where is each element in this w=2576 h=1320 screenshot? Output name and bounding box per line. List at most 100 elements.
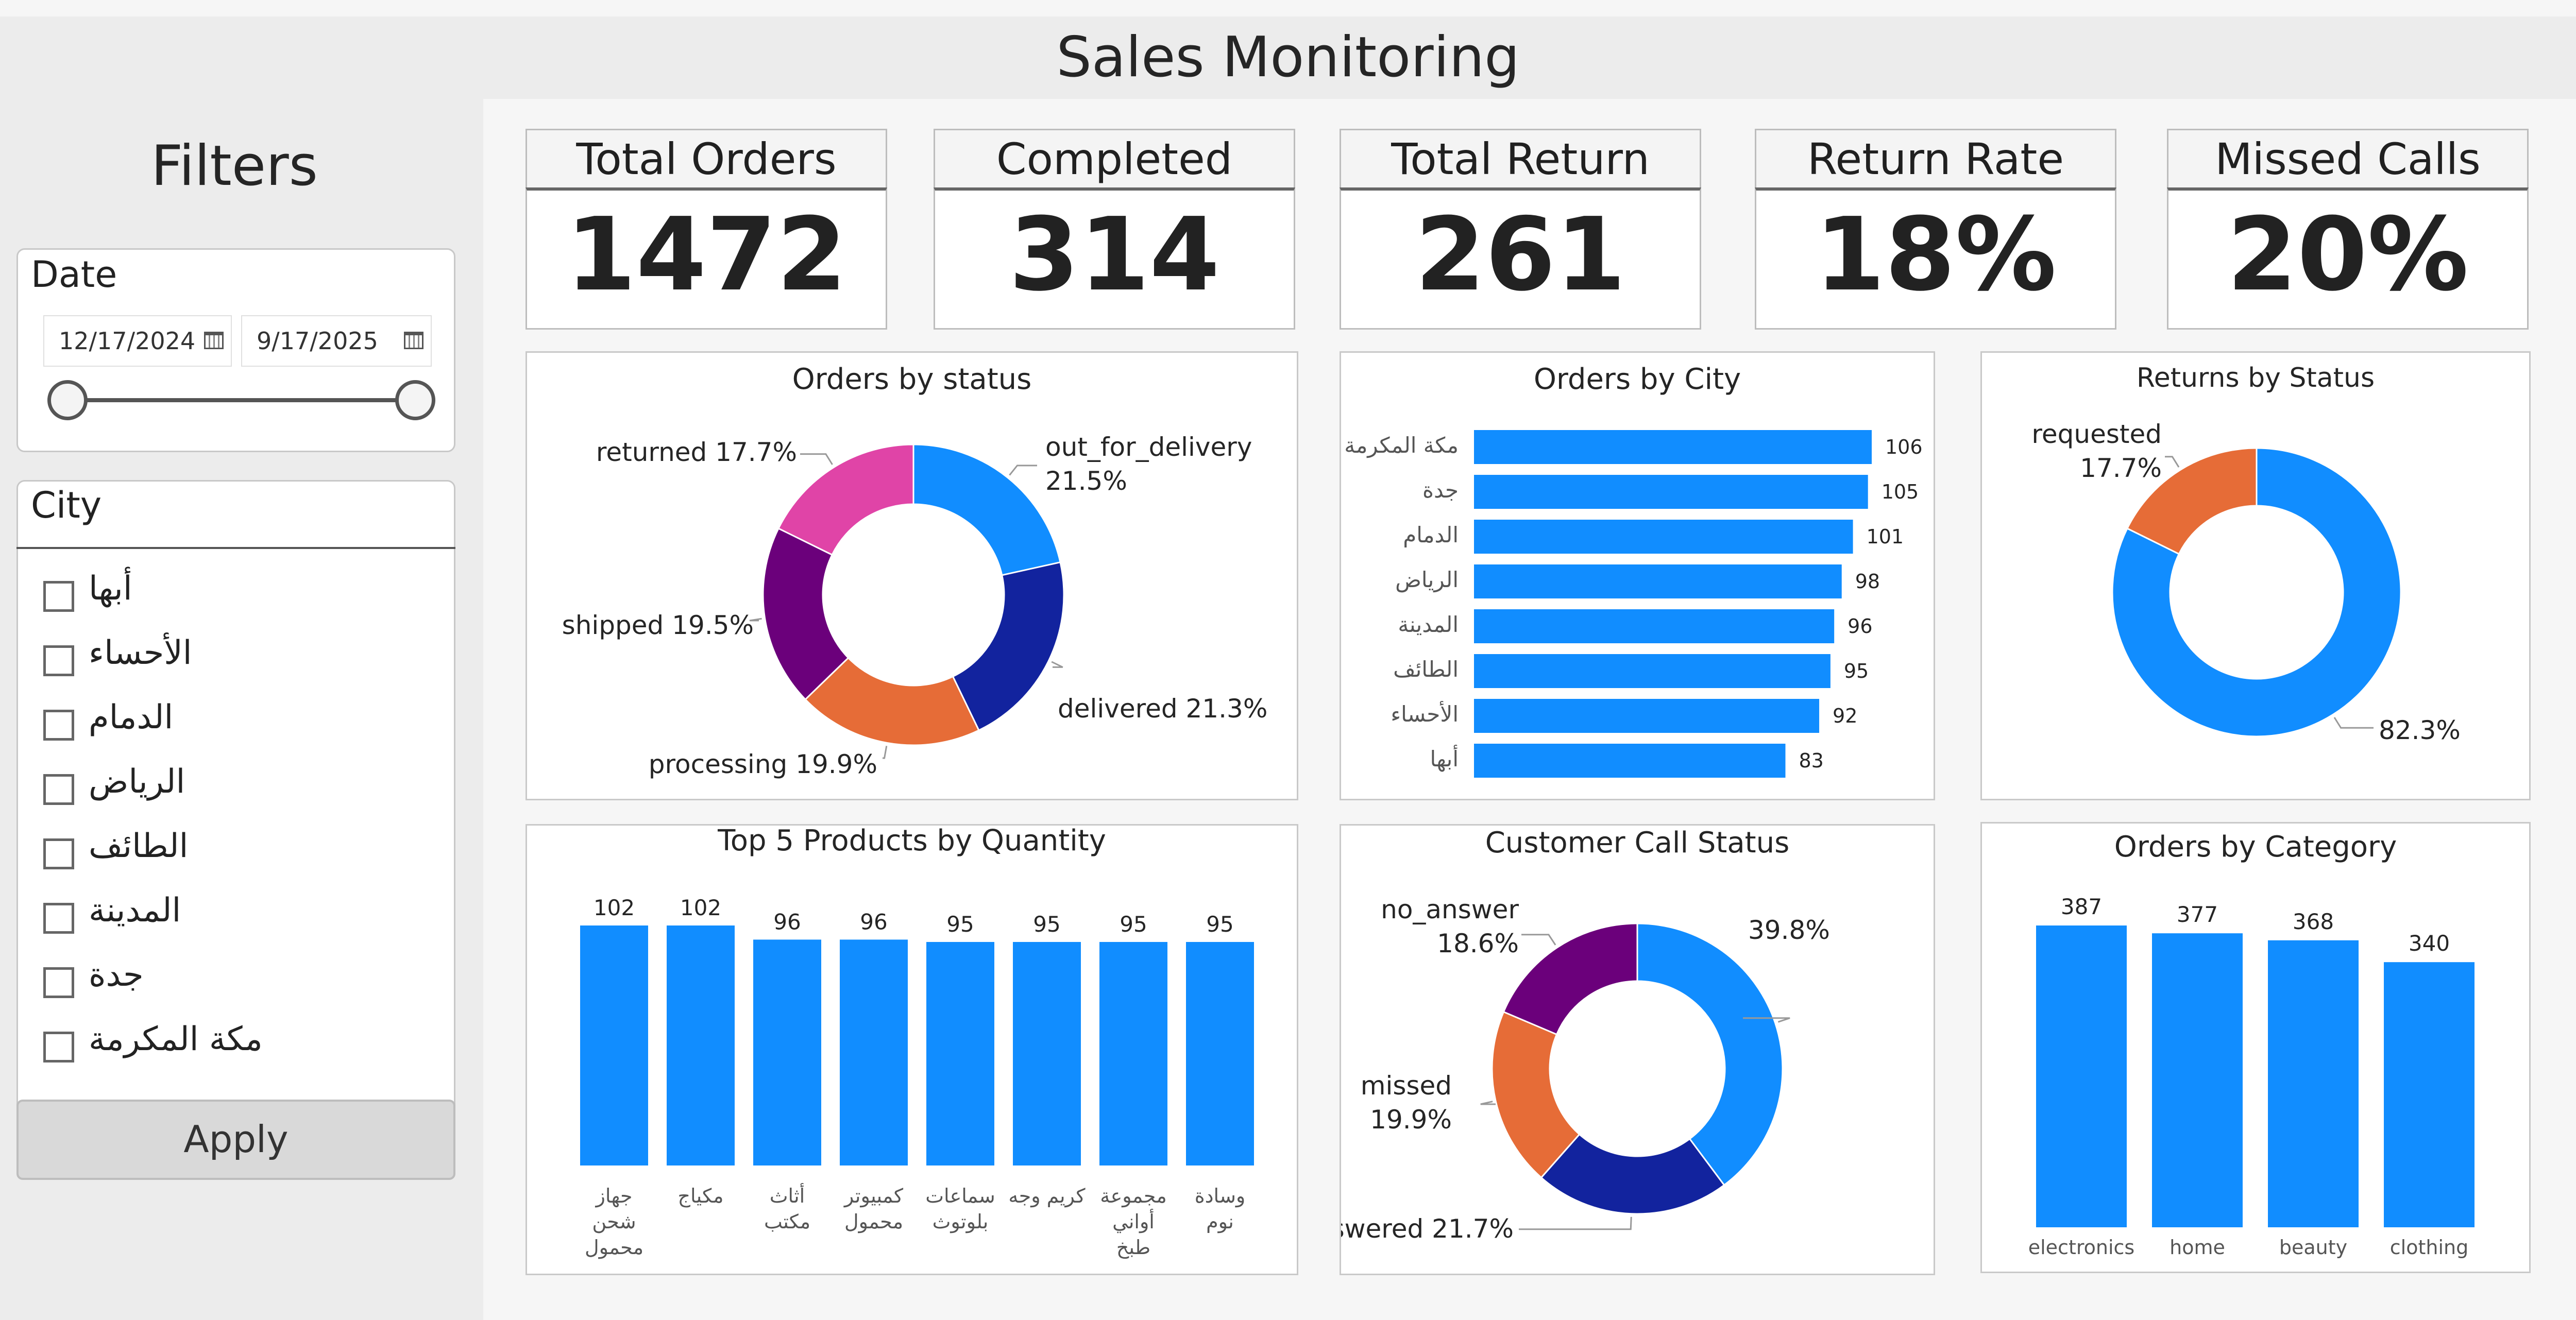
bar-data-label: 96 bbox=[860, 909, 887, 934]
end-date-value: 9/17/2025 bbox=[257, 327, 378, 355]
start-date-value: 12/17/2024 bbox=[59, 327, 196, 355]
slice-label: 19.9% bbox=[1370, 1105, 1452, 1135]
city-option-label[interactable]: مكة المكرمة bbox=[89, 1020, 263, 1058]
slice-label: missed bbox=[1361, 1071, 1452, 1101]
category-bar[interactable] bbox=[2036, 925, 2127, 1227]
customer-call-status-chart[interactable]: Customer Call Status 39.8% answered 21.7% m… bbox=[1299, 826, 1934, 1274]
city-bar[interactable] bbox=[1474, 564, 1842, 598]
city-option-label[interactable]: المدينة bbox=[89, 892, 181, 930]
leader-line bbox=[1480, 1101, 1496, 1105]
city-bar[interactable] bbox=[1474, 520, 1853, 554]
orders-by-status-chart[interactable]: Orders by status out_for_delivery 21.5% del… bbox=[527, 353, 1297, 799]
chart-title: Orders by status bbox=[792, 363, 1032, 396]
city-bar[interactable] bbox=[1474, 654, 1831, 688]
bar-data-label: 83 bbox=[1799, 749, 1823, 772]
city-option-label[interactable]: الدمام bbox=[89, 698, 173, 736]
city-checkbox[interactable] bbox=[43, 1032, 74, 1062]
bar-data-label: 95 bbox=[1206, 912, 1233, 937]
product-axis-label: كمبيوتر bbox=[843, 1185, 904, 1208]
apply-button[interactable]: Apply bbox=[16, 1100, 455, 1180]
top-products-panel: Top 5 Products by Quantity 102 جهاز شحن محمو… bbox=[526, 824, 1298, 1275]
slice-label: processing 19.9% bbox=[649, 749, 877, 779]
city-option-label[interactable]: الطائف bbox=[89, 827, 188, 865]
product-bar[interactable] bbox=[840, 939, 908, 1165]
product-bar[interactable] bbox=[1099, 941, 1167, 1165]
city-option-label[interactable]: أبها bbox=[89, 570, 132, 608]
start-date-input[interactable]: 12/17/2024 bbox=[43, 315, 232, 367]
product-axis-label: سماعات bbox=[925, 1185, 995, 1207]
city-checkbox[interactable] bbox=[43, 645, 74, 676]
city-checkbox[interactable] bbox=[43, 710, 74, 741]
returns-by-status-chart[interactable]: Returns by Status 82.3% requested 17.7% bbox=[1982, 353, 2529, 799]
chart-title: Customer Call Status bbox=[1485, 826, 1790, 860]
donut-slice[interactable] bbox=[777, 443, 914, 556]
city-axis-label: الرياض bbox=[1395, 567, 1459, 592]
product-axis-label: أواني bbox=[1112, 1209, 1155, 1233]
city-checkbox[interactable] bbox=[43, 838, 74, 869]
city-option-label[interactable]: الرياض bbox=[89, 763, 185, 801]
city-bar[interactable] bbox=[1474, 475, 1868, 509]
leader-line bbox=[1009, 465, 1037, 476]
kpi-label: Missed Calls bbox=[2167, 129, 2529, 190]
orders-by-category-chart[interactable]: Orders by Category 387 electronics 377 home 3… bbox=[1982, 824, 2529, 1272]
city-checkbox[interactable] bbox=[43, 774, 74, 805]
date-slider-end-handle[interactable] bbox=[395, 380, 435, 420]
orders-by-category-panel: Orders by Category 387 electronics 377 home 3… bbox=[1980, 822, 2531, 1273]
city-checkbox[interactable] bbox=[43, 903, 74, 934]
product-bar[interactable] bbox=[926, 941, 994, 1165]
city-bar[interactable] bbox=[1474, 609, 1835, 643]
end-date-input[interactable]: 9/17/2025 bbox=[241, 315, 432, 367]
slice-label: 82.3% bbox=[2379, 715, 2461, 745]
donut-slice[interactable] bbox=[912, 443, 1061, 576]
donut-slice[interactable] bbox=[952, 561, 1065, 731]
bar-data-label: 102 bbox=[594, 895, 635, 920]
city-option-label[interactable]: جدة bbox=[89, 956, 144, 994]
product-bar[interactable] bbox=[580, 925, 648, 1165]
category-bar[interactable] bbox=[2152, 933, 2243, 1227]
category-bar[interactable] bbox=[2268, 940, 2359, 1227]
category-bar[interactable] bbox=[2384, 962, 2475, 1227]
calendar-icon[interactable] bbox=[404, 332, 423, 349]
leader-line bbox=[1521, 934, 1556, 946]
date-slider-start-handle[interactable] bbox=[47, 380, 88, 420]
city-bar[interactable] bbox=[1474, 744, 1786, 778]
kpi-label: Total Return bbox=[1340, 129, 1701, 190]
product-bar[interactable] bbox=[1186, 941, 1254, 1165]
orders-by-city-chart[interactable]: Orders by City مكة المكرمة 106 جدة 105 الدمام… bbox=[1341, 353, 1934, 799]
donut-slice[interactable] bbox=[1502, 922, 1638, 1036]
product-bar[interactable] bbox=[753, 939, 821, 1165]
bar-data-label: 98 bbox=[1855, 570, 1880, 593]
city-bar[interactable] bbox=[1474, 430, 1872, 464]
bar-data-label: 102 bbox=[680, 895, 721, 920]
date-range-slider-track[interactable] bbox=[67, 398, 415, 402]
slice-label: out_for_delivery bbox=[1045, 432, 1252, 462]
product-bar[interactable] bbox=[667, 925, 735, 1165]
filters-heading: Filters bbox=[151, 134, 318, 198]
leader-line bbox=[1051, 661, 1063, 668]
calendar-icon[interactable] bbox=[204, 332, 224, 349]
kpi-value: 261 bbox=[1340, 187, 1701, 330]
top-products-chart[interactable]: Top 5 Products by Quantity 102 جهازشحن محمو… bbox=[527, 824, 1297, 1274]
donut-slice[interactable] bbox=[1636, 922, 1784, 1187]
product-axis-label: محمول bbox=[585, 1236, 643, 1259]
city-filter-card bbox=[16, 480, 455, 1110]
slice-label: 39.8% bbox=[1748, 915, 1830, 945]
chart-title: Orders by Category bbox=[2114, 830, 2397, 864]
city-axis-label: مكة المكرمة bbox=[1344, 433, 1459, 458]
city-axis-label: المدينة bbox=[1398, 612, 1459, 637]
product-axis-label: بلوتوث bbox=[933, 1210, 989, 1233]
kpi-value: 1472 bbox=[526, 187, 887, 330]
bar-data-label: 96 bbox=[1848, 615, 1872, 638]
slice-label: 21.5% bbox=[1045, 466, 1127, 496]
city-option-label[interactable]: الأحساء bbox=[89, 634, 192, 672]
city-checkbox[interactable] bbox=[43, 967, 74, 998]
product-bar[interactable] bbox=[1013, 941, 1081, 1165]
city-bar[interactable] bbox=[1474, 699, 1820, 733]
product-axis-label: وسادة bbox=[1195, 1185, 1246, 1208]
bar-data-label: 101 bbox=[1867, 525, 1904, 548]
orders-by-city-panel: Orders by City مكة المكرمة 106 جدة 105 الدمام… bbox=[1340, 351, 1935, 800]
city-checkbox[interactable] bbox=[43, 581, 74, 612]
slice-label: 18.6% bbox=[1437, 929, 1519, 958]
kpi-label: Total Orders bbox=[526, 129, 887, 190]
category-axis-label: clothing bbox=[2390, 1236, 2468, 1259]
